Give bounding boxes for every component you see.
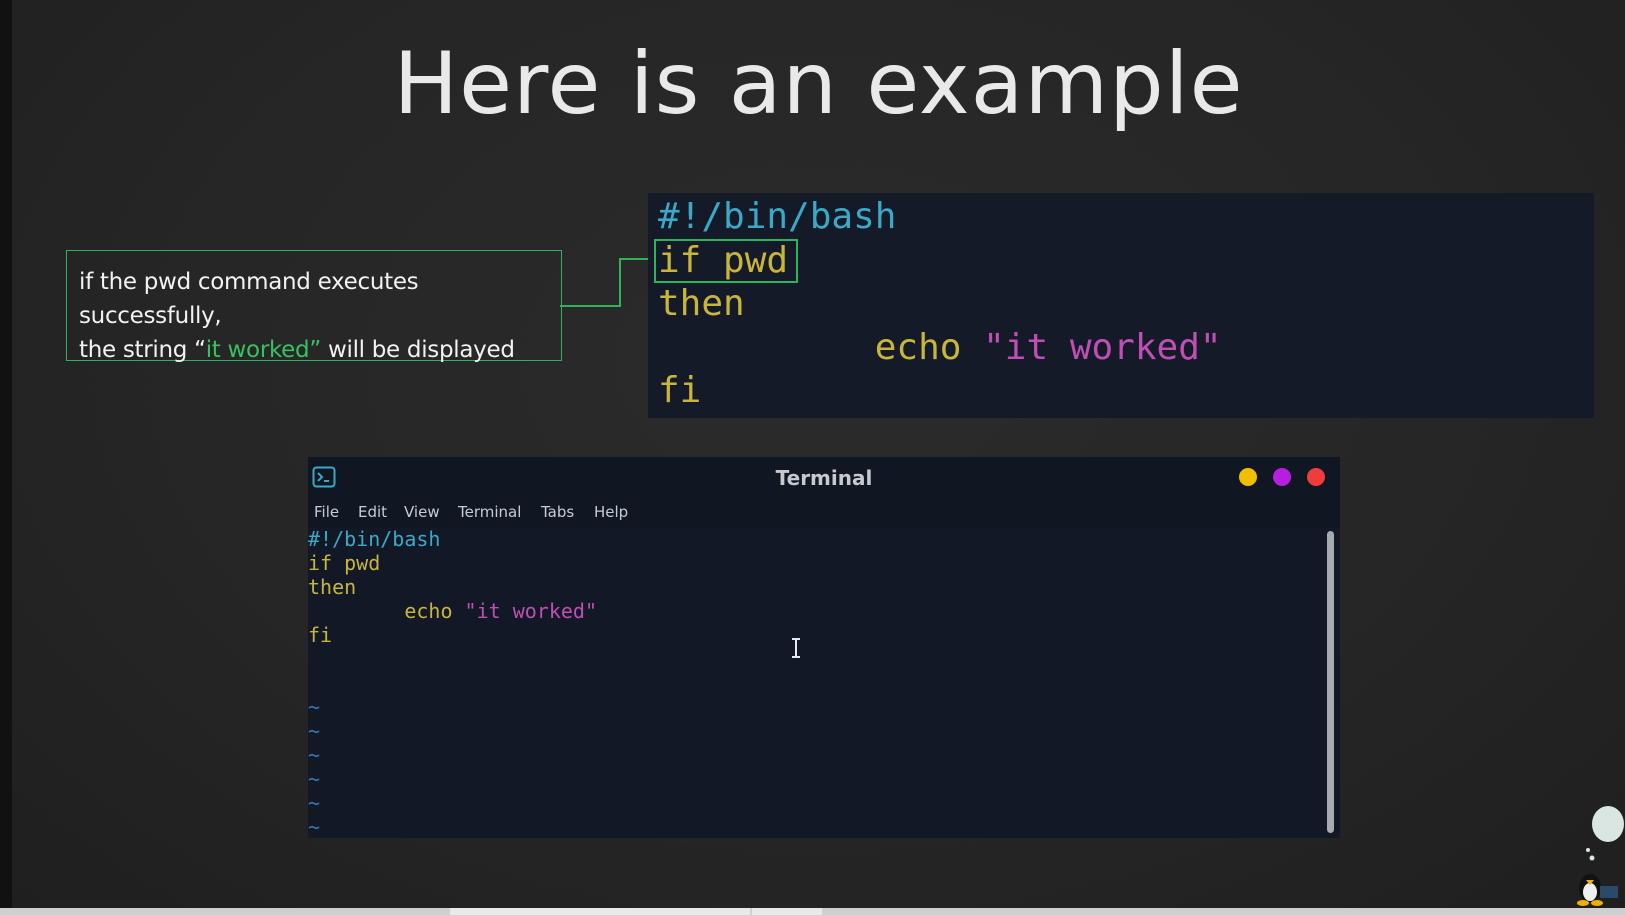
term-tilde-line: ~	[308, 791, 321, 815]
menu-tabs[interactable]: Tabs	[541, 503, 574, 521]
bottom-scroll-segment	[752, 908, 822, 915]
bottom-scroll-bar[interactable]	[0, 908, 1625, 915]
callout-text-before: the string “	[79, 337, 206, 363]
terminal-body[interactable]: #!/bin/bash if pwd then echo "it worked"…	[308, 527, 1308, 839]
term-blank-line	[308, 647, 1308, 671]
menu-view[interactable]: View	[404, 503, 440, 521]
text-cursor-icon	[792, 638, 800, 658]
code-echo-arg: "it worked"	[983, 326, 1222, 368]
term-tilde-line: ~	[308, 743, 321, 767]
code-panel: #!/bin/bash if pwd then echo "it worked"…	[648, 193, 1594, 418]
code-shebang: #!/bin/bash	[658, 196, 897, 237]
term-if-line: if pwd	[308, 551, 381, 575]
callout-line-1: if the pwd command executes successfully…	[79, 269, 419, 329]
callout-box: if the pwd command executes successfully…	[66, 250, 562, 363]
code-echo-line: echo "it worked"	[658, 326, 1594, 370]
menu-help[interactable]: Help	[594, 503, 628, 521]
term-tilde-line: ~	[308, 767, 321, 791]
menu-edit[interactable]: Edit	[358, 503, 387, 521]
term-shebang: #!/bin/bash	[308, 527, 441, 551]
callout-line-2: the string “it worked” will be displayed	[79, 333, 549, 367]
term-then-line: then	[308, 575, 357, 599]
term-tilde-line: ~	[308, 815, 321, 839]
terminal-titlebar[interactable]: Terminal	[308, 457, 1340, 497]
code-echo-indent	[658, 327, 875, 368]
terminal-title: Terminal	[775, 466, 873, 490]
menu-terminal[interactable]: Terminal	[458, 503, 521, 521]
slide-title: Here is an example	[393, 34, 1244, 134]
callout-text-after: will be displayed	[320, 337, 515, 363]
code-if-highlight: if pwd	[654, 238, 799, 283]
term-echo-indent	[308, 599, 404, 623]
terminal-window[interactable]: Terminal File Edit View Terminal Tabs He…	[308, 457, 1340, 839]
tux-mascot-icon	[1577, 806, 1624, 906]
code-fi-line: fi	[658, 370, 702, 411]
callout-highlight: it worked”	[205, 337, 322, 363]
terminal-menubar: File Edit View Terminal Tabs Help	[308, 497, 1340, 527]
term-tilde-line: ~	[308, 695, 321, 719]
menu-file[interactable]: File	[314, 503, 339, 521]
minimize-button[interactable]	[1239, 468, 1257, 486]
code-then-line: then	[658, 283, 745, 324]
code-echo-cmd: echo	[874, 326, 984, 368]
close-button[interactable]	[1307, 468, 1325, 486]
maximize-button[interactable]	[1273, 468, 1291, 486]
term-blank-line	[308, 671, 1308, 695]
bottom-scroll-thumb[interactable]	[450, 908, 750, 915]
term-echo-cmd: echo	[404, 599, 465, 623]
term-echo-arg: "it worked"	[464, 599, 597, 623]
code-if-line: if pwd	[654, 238, 1594, 283]
terminal-scrollbar[interactable]	[1327, 531, 1334, 833]
term-tilde-line: ~	[308, 719, 321, 743]
term-echo-line: echo "it worked"	[308, 599, 1308, 623]
term-fi-line: fi	[308, 623, 333, 647]
